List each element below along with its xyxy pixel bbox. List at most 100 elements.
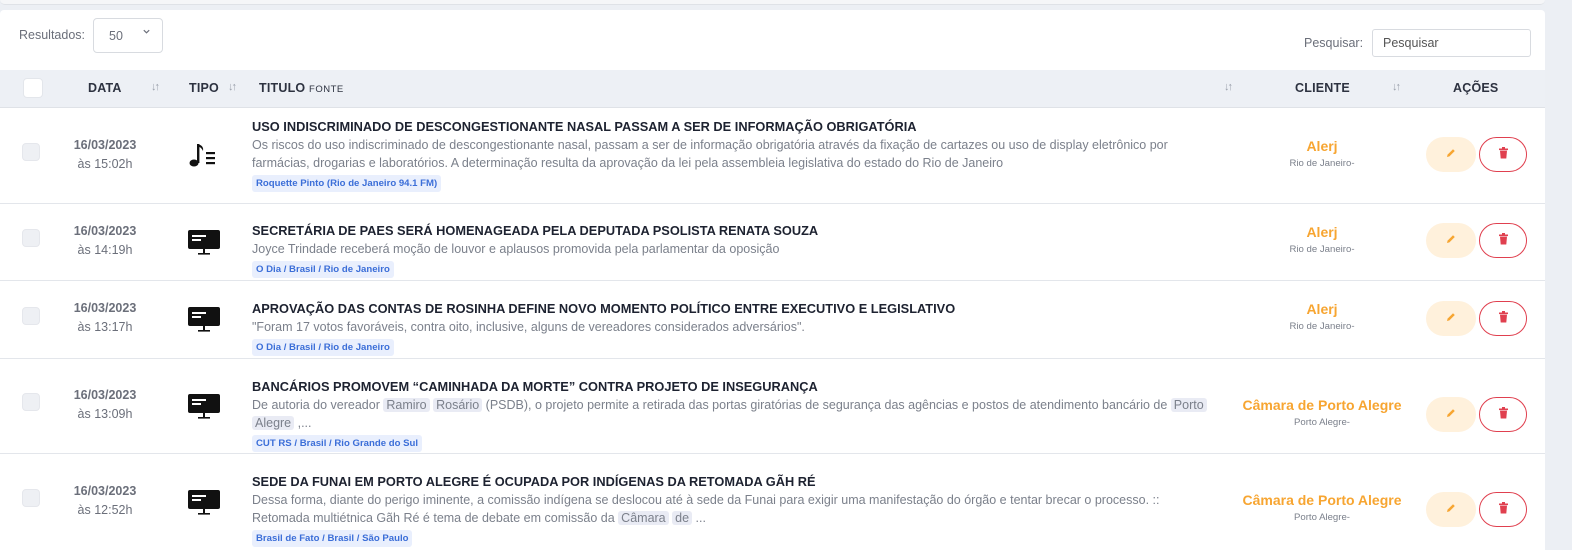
- news-title[interactable]: SECRETÁRIA DE PAES SERÁ HOMENAGEADA PELA…: [252, 223, 1212, 239]
- snippet-text: (PSDB), o projeto permite a retirada das…: [482, 398, 1171, 412]
- time-value: às 13:17h: [77, 320, 133, 334]
- snippet-highlight: Porto: [1170, 398, 1207, 412]
- news-snippet: De autoria do vereador Ramiro Rosário (P…: [252, 396, 1212, 432]
- row-checkbox[interactable]: [22, 393, 40, 411]
- news-snippet: "Foram 17 votos favoráveis, contra oito,…: [252, 320, 805, 334]
- header-titulo[interactable]: TITULO FONTE: [259, 81, 344, 95]
- header-titulo-label: TITULO: [259, 81, 306, 95]
- news-item: APROVAÇÃO DAS CONTAS DE ROSINHA DEFINE N…: [252, 301, 1212, 356]
- news-title[interactable]: USO INDISCRIMINADO DE DESCONGESTIONANTE …: [252, 119, 1212, 135]
- client-cell: Alerj Rio de Janeiro-: [1222, 301, 1422, 332]
- snippet-text: ,...: [294, 416, 312, 430]
- monitor-icon: [188, 305, 220, 338]
- edit-button[interactable]: [1426, 137, 1476, 172]
- snippet-text: De autoria do vereador: [252, 398, 384, 412]
- table-row[interactable]: 16/03/2023 às 13:09h BANCÁRIOS PROMOVEM …: [0, 359, 1545, 454]
- edit-button[interactable]: [1426, 397, 1476, 432]
- source-badge: O Dia / Brasil / Rio de Janeiro: [252, 261, 394, 278]
- news-item: SECRETÁRIA DE PAES SERÁ HOMENAGEADA PELA…: [252, 223, 1212, 278]
- table-row[interactable]: 16/03/2023 às 15:02h USO INDISCRIMINADO …: [0, 108, 1545, 204]
- row-date: 16/03/2023 às 13:17h: [60, 299, 150, 337]
- time-value: às 15:02h: [77, 157, 133, 171]
- client-cell: Alerj Rio de Janeiro-: [1222, 138, 1422, 169]
- delete-button[interactable]: [1479, 223, 1527, 258]
- snippet-highlight: Rosário: [433, 398, 483, 412]
- client-location: Porto Alegre-: [1294, 512, 1350, 523]
- header-data[interactable]: DATA: [88, 81, 122, 95]
- edit-button[interactable]: [1426, 301, 1476, 336]
- client-name: Alerj: [1306, 301, 1338, 317]
- news-snippet: Dessa forma, diante do perigo iminente, …: [252, 491, 1212, 527]
- source-badge: CUT RS / Brasil / Rio Grande do Sul: [252, 435, 423, 452]
- top-panel-edge: [0, 0, 1545, 5]
- client-location: Rio de Janeiro-: [1289, 321, 1355, 332]
- row-date: 16/03/2023 às 14:19h: [60, 222, 150, 260]
- client-cell: Câmara de Porto Alegre Porto Alegre-: [1222, 397, 1422, 428]
- pencil-icon: [1445, 146, 1457, 164]
- table-row[interactable]: 16/03/2023 às 12:52h SEDE DA FUNAI EM PO…: [0, 454, 1545, 550]
- trash-icon: [1498, 310, 1509, 328]
- trash-icon: [1498, 232, 1509, 250]
- client-location: Rio de Janeiro-: [1289, 244, 1355, 255]
- news-item: SEDE DA FUNAI EM PORTO ALEGRE É OCUPADA …: [252, 474, 1212, 547]
- pencil-icon: [1445, 310, 1457, 328]
- row-date: 16/03/2023 às 13:09h: [60, 386, 150, 424]
- edit-button[interactable]: [1426, 492, 1476, 527]
- monitor-icon: [188, 392, 220, 425]
- trash-icon: [1498, 146, 1509, 164]
- time-value: às 12:52h: [77, 503, 133, 517]
- delete-button[interactable]: [1479, 397, 1527, 432]
- sort-data-icon[interactable]: ↓↑: [151, 81, 160, 93]
- radio-icon: [188, 141, 220, 174]
- client-cell: Alerj Rio de Janeiro-: [1222, 224, 1422, 255]
- source-badge: Roquette Pinto (Rio de Janeiro 94.1 FM): [252, 175, 442, 192]
- search-label: Pesquisar:: [1304, 36, 1364, 50]
- row-checkbox[interactable]: [22, 229, 40, 247]
- snippet-highlight: Ramiro: [383, 398, 430, 412]
- snippet-text: ...: [692, 511, 706, 525]
- table-row[interactable]: 16/03/2023 às 14:19h SECRETÁRIA DE PAES …: [0, 204, 1545, 281]
- sort-cliente-icon[interactable]: ↓↑: [1392, 81, 1401, 93]
- table-controls: Resultados: 50 Pesquisar:: [0, 10, 1545, 70]
- results-per-page-select[interactable]: 50: [93, 18, 163, 53]
- news-title[interactable]: APROVAÇÃO DAS CONTAS DE ROSINHA DEFINE N…: [252, 301, 1212, 317]
- news-title[interactable]: SEDE DA FUNAI EM PORTO ALEGRE É OCUPADA …: [252, 474, 1212, 490]
- client-location: Porto Alegre-: [1294, 417, 1350, 428]
- date-value: 16/03/2023: [73, 388, 137, 402]
- header-cliente[interactable]: CLIENTE: [1295, 81, 1350, 95]
- date-value: 16/03/2023: [73, 138, 137, 152]
- source-badge: O Dia / Brasil / Rio de Janeiro: [252, 339, 394, 356]
- monitor-icon: [188, 228, 220, 261]
- trash-icon: [1498, 406, 1509, 424]
- trash-icon: [1498, 501, 1509, 519]
- pencil-icon: [1445, 501, 1457, 519]
- row-checkbox[interactable]: [22, 489, 40, 507]
- news-table-card: Resultados: 50 Pesquisar: DATA ↓↑ TIPO ↓…: [0, 10, 1545, 550]
- delete-button[interactable]: [1479, 301, 1527, 336]
- pencil-icon: [1445, 406, 1457, 424]
- table-row[interactable]: 16/03/2023 às 13:17h APROVAÇÃO DAS CONTA…: [0, 281, 1545, 359]
- select-all-checkbox[interactable]: [23, 78, 43, 98]
- sort-titulo-icon[interactable]: ↓↑: [1224, 81, 1233, 93]
- news-item: BANCÁRIOS PROMOVEM “CAMINHADA DA MORTE” …: [252, 379, 1212, 452]
- client-name: Alerj: [1306, 224, 1338, 240]
- header-tipo[interactable]: TIPO: [189, 81, 219, 95]
- news-item: USO INDISCRIMINADO DE DESCONGESTIONANTE …: [252, 119, 1212, 192]
- client-name: Alerj: [1306, 138, 1338, 154]
- search-input[interactable]: [1372, 29, 1531, 57]
- date-value: 16/03/2023: [73, 484, 137, 498]
- table-header: DATA ↓↑ TIPO ↓↑ TITULO FONTE ↓↑ CLIENTE …: [0, 70, 1545, 108]
- client-cell: Câmara de Porto Alegre Porto Alegre-: [1222, 492, 1422, 523]
- row-checkbox[interactable]: [22, 143, 40, 161]
- snippet-highlight: Câmara: [618, 511, 669, 525]
- delete-button[interactable]: [1479, 137, 1527, 172]
- sort-tipo-icon[interactable]: ↓↑: [228, 81, 237, 93]
- header-acoes: AÇÕES: [1453, 81, 1499, 95]
- delete-button[interactable]: [1479, 492, 1527, 527]
- results-label: Resultados:: [19, 28, 86, 42]
- snippet-highlight: Alegre: [252, 416, 295, 430]
- edit-button[interactable]: [1426, 223, 1476, 258]
- news-title[interactable]: BANCÁRIOS PROMOVEM “CAMINHADA DA MORTE” …: [252, 379, 1212, 395]
- row-checkbox[interactable]: [22, 307, 40, 325]
- client-location: Rio de Janeiro-: [1289, 158, 1355, 169]
